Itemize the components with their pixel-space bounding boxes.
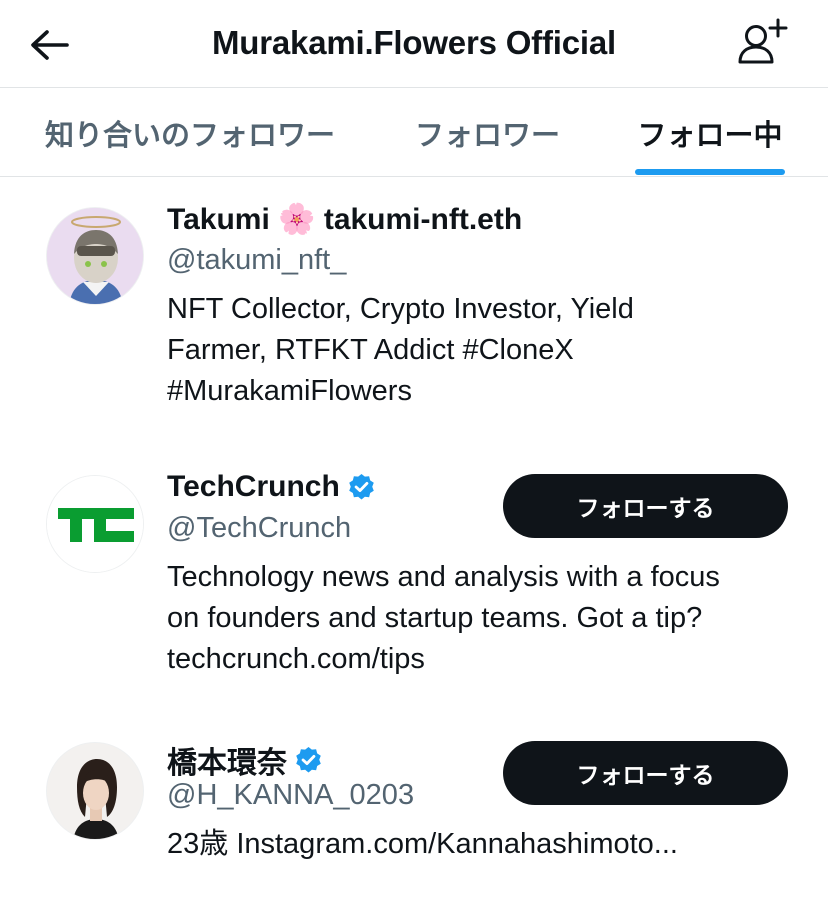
verified-badge-icon — [296, 746, 321, 773]
avatar[interactable] — [46, 475, 144, 573]
user-bio: Technology news and analysis with a focu… — [167, 557, 807, 680]
tab-bar: 知り合いのフォロワー フォロワー フォロー中 — [0, 89, 828, 177]
add-user-button[interactable] — [730, 14, 794, 74]
bio-line: 23歳 Instagram.com/Kannahashimoto... — [167, 828, 678, 860]
follow-button[interactable]: フォローする — [503, 741, 788, 805]
user-handle: @TechCrunch — [167, 512, 352, 544]
techcrunch-logo — [47, 476, 143, 572]
bio-line: Farmer, RTFKT Addict #CloneX — [167, 334, 574, 366]
user-handle: @takumi_nft_ — [167, 244, 347, 276]
display-name: 橋本環奈 — [167, 738, 324, 782]
tab-followers[interactable]: フォロワー — [395, 89, 580, 177]
display-name-text: 橋本環奈 — [167, 747, 287, 780]
avatar[interactable] — [46, 742, 144, 840]
user-row[interactable]: 橋本環奈 @H_KANNA_0203 フォローする 23歳 Instagram.… — [0, 716, 828, 898]
bio-line: Technology news and analysis with a focu… — [167, 561, 720, 593]
user-handle: @H_KANNA_0203 — [167, 779, 415, 811]
user-row[interactable]: TechCrunch @TechCrunch フォローする Technology… — [0, 448, 828, 716]
display-name: TechCrunch — [167, 470, 377, 504]
avatar-image — [47, 208, 143, 304]
verified-badge-icon — [349, 473, 374, 500]
bio-line: #MurakamiFlowers — [167, 375, 412, 407]
user-bio: 23歳 Instagram.com/Kannahashimoto... — [167, 824, 767, 865]
avatar[interactable] — [46, 207, 144, 305]
bio-line: NFT Collector, Crypto Investor, Yield — [167, 293, 634, 325]
display-name-text: TechCrunch — [167, 470, 340, 503]
tab-followers-you-know[interactable]: 知り合いのフォロワー — [24, 89, 356, 177]
bio-line: on founders and startup teams. Got a tip… — [167, 602, 703, 634]
user-bio: NFT Collector, Crypto Investor, Yield Fa… — [167, 289, 797, 412]
display-name: Takumi 🌸 takumi-nft.eth — [167, 203, 523, 236]
user-row[interactable]: Takumi 🌸 takumi-nft.eth @takumi_nft_ NFT… — [0, 178, 828, 448]
follow-button[interactable]: フォローする — [503, 474, 788, 538]
avatar-image — [47, 743, 143, 839]
add-user-icon — [738, 18, 788, 64]
top-bar: Murakami.Flowers Official — [0, 0, 828, 88]
bio-line: techcrunch.com/tips — [167, 643, 425, 675]
tab-following[interactable]: フォロー中 — [620, 89, 800, 177]
active-tab-indicator — [635, 169, 785, 175]
page-title: Murakami.Flowers Official — [212, 24, 616, 61]
